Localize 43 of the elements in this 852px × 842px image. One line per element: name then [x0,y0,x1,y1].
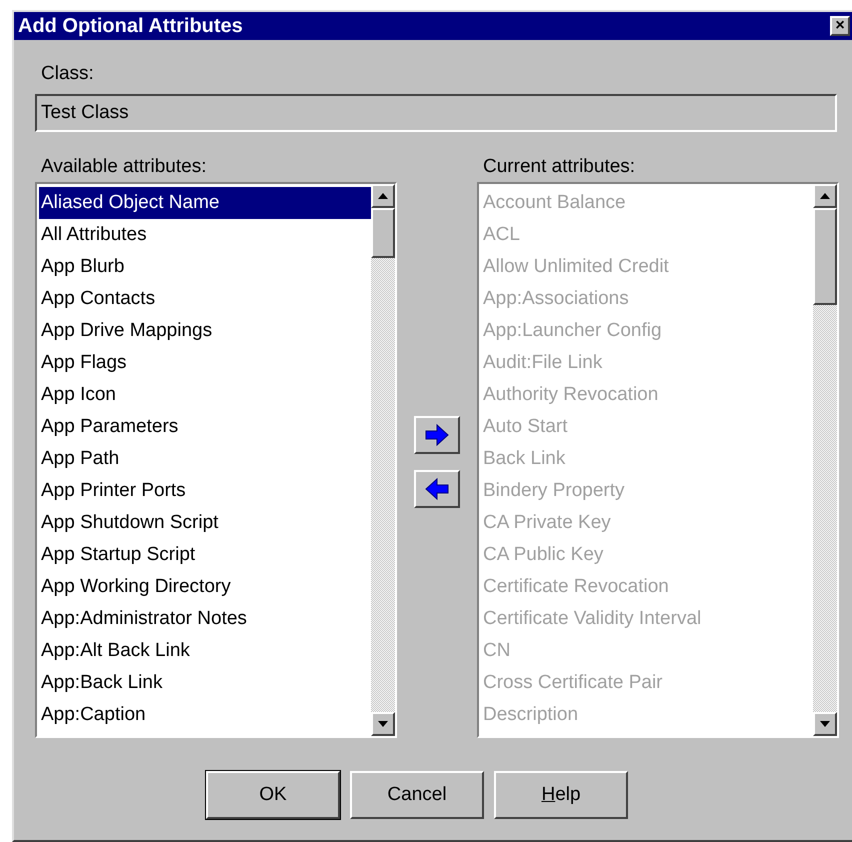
dialog-button[interactable]: OK [206,771,340,819]
list-item[interactable]: App:Administrator Notes [39,603,371,635]
close-button[interactable]: × [830,16,850,36]
list-item[interactable]: App Blurb [39,251,371,283]
up-arrow-icon [378,193,388,199]
list-item[interactable]: App Shutdown Script [39,507,371,539]
dialog-button[interactable]: Help [494,771,628,819]
list-item[interactable]: App Drive Mappings [39,315,371,347]
remove-button[interactable] [414,470,460,508]
scroll-thumb[interactable] [813,208,837,305]
scroll-down-button[interactable] [371,712,395,736]
list-label: Current attributes: [482,155,636,179]
list-item[interactable]: App Contacts [39,283,371,315]
list-item[interactable]: All Attributes [39,219,371,251]
down-arrow-icon [378,721,388,727]
list-item[interactable]: Aliased Object Name [39,187,371,219]
list-item[interactable]: App:Caption [39,699,371,731]
left-arrow-icon [424,477,450,501]
scrollbar[interactable] [371,184,395,736]
list-item[interactable]: App Icon [39,379,371,411]
list-item[interactable]: App:Back Link [39,667,371,699]
scroll-up-button[interactable] [813,184,837,208]
scrollbar[interactable] [813,184,837,736]
scroll-up-button[interactable] [371,184,395,208]
right-arrow-icon [424,423,450,447]
down-arrow-icon [820,721,830,727]
list-item[interactable]: App:Alt Back Link [39,635,371,667]
list-item[interactable]: App Startup Script [39,539,371,571]
dialog-button[interactable]: Cancel [350,771,484,819]
window-title: Add Optional Attributes [18,14,243,39]
list-item[interactable]: App Working Directory [39,571,371,603]
list-label: Available attributes: [40,155,208,179]
scroll-down-button[interactable] [813,712,837,736]
add-button[interactable] [414,416,460,454]
list-item[interactable]: App Path [39,443,371,475]
up-arrow-icon [820,193,830,199]
list-item[interactable]: App Printer Ports [39,475,371,507]
list-item[interactable]: App Flags [39,347,371,379]
class-label: Class: [40,62,95,86]
attribute-list[interactable] [35,182,397,738]
class-field: Test Class [35,94,837,132]
list-item[interactable]: App Parameters [39,411,371,443]
scroll-thumb[interactable] [371,208,395,258]
